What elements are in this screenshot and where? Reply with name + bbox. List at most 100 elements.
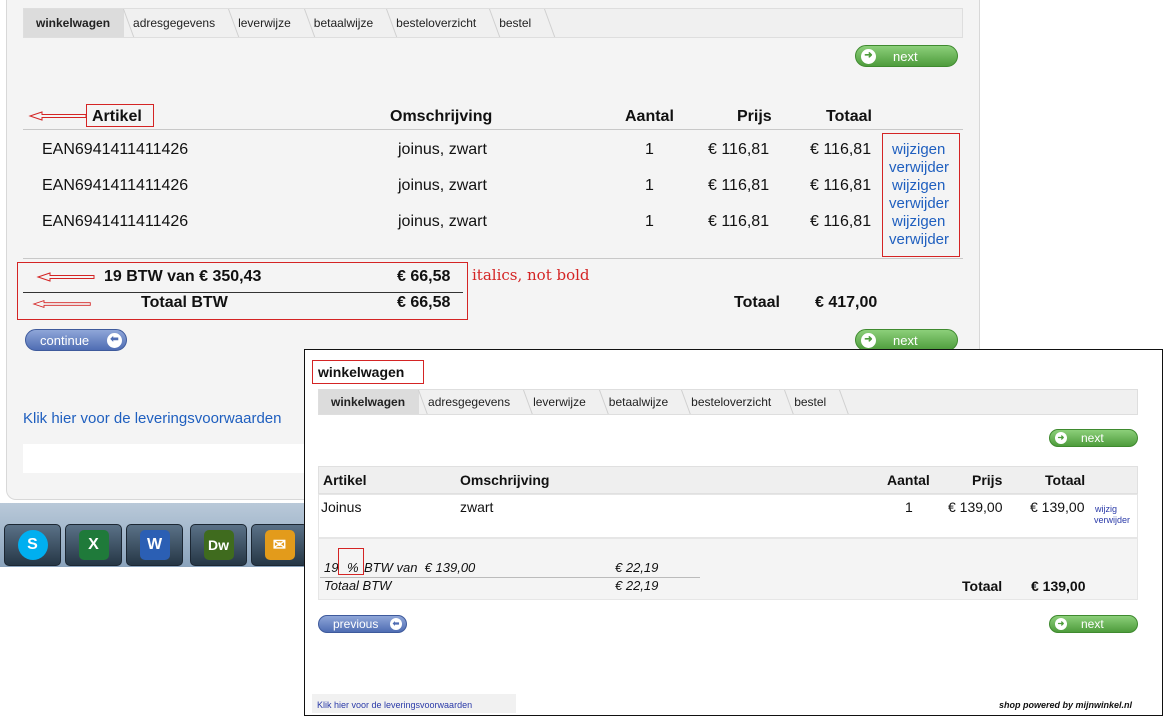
taskbar-skype[interactable]: S <box>4 524 61 566</box>
row-prijs: € 116,81 <box>708 213 770 230</box>
remove-link-row2[interactable]: verwijder <box>889 195 949 212</box>
continue-label: continue <box>40 332 90 348</box>
step-besteloverzicht[interactable]: besteloverzicht <box>682 390 785 414</box>
btw-label: 19 BTW van € 350,43 <box>104 268 262 285</box>
page-title: winkelwagen <box>318 364 405 380</box>
totaal-label: Totaal <box>734 294 780 311</box>
row-omschrijving: joinus, zwart <box>398 213 487 230</box>
row-artikel: EAN6941411411426 <box>42 213 189 230</box>
step-bestel[interactable]: bestel <box>490 9 545 37</box>
arrow-right-icon: ➜ <box>1055 432 1067 444</box>
next-label: next <box>893 48 918 64</box>
arrow-right-icon: ➜ <box>861 48 876 64</box>
totaal-label: Totaal <box>962 578 1003 594</box>
delivery-terms-link[interactable]: Klik hier voor de leveringsvoorwaarden <box>23 410 281 427</box>
inset-next-button-top[interactable]: ➜ next <box>1049 429 1138 447</box>
arrow-right-icon: ➜ <box>861 332 876 348</box>
step-winkelwagen[interactable]: winkelwagen <box>319 390 420 414</box>
column-omschrijving: Omschrijving <box>390 108 493 125</box>
inset-checkout-steps: winkelwagen adresgegevens leverwijze bet… <box>318 389 1138 415</box>
remove-link-row3[interactable]: verwijder <box>889 231 949 248</box>
btw-label: BTW van € 139,00 <box>364 560 476 575</box>
row-prijs: € 139,00 <box>948 499 1003 515</box>
footer-strip <box>23 444 313 473</box>
step-adresgegevens[interactable]: adresgegevens <box>124 9 229 37</box>
excel-icon: X <box>78 530 109 560</box>
row-omschrijving: joinus, zwart <box>398 141 487 158</box>
inset-delivery-terms-link[interactable]: Klik hier voor de leveringsvoorwaarden <box>317 700 472 710</box>
previous-button[interactable]: previous ⬅ <box>318 615 407 633</box>
taskbar-outlook[interactable]: ✉ <box>251 524 308 566</box>
outlook-icon: ✉ <box>264 530 295 560</box>
taskbar-excel[interactable]: X <box>65 524 122 566</box>
table-row: EAN6941411411426 <box>42 141 188 159</box>
row-totaal: € 116,81 <box>810 141 872 158</box>
row-prijs: € 116,81 <box>708 177 770 194</box>
step-bestel[interactable]: bestel <box>785 390 840 414</box>
row-artikel: Joinus <box>321 499 362 515</box>
continue-button[interactable]: continue ⬅ <box>25 329 127 351</box>
step-leverwijze[interactable]: leverwijze <box>229 9 305 37</box>
previous-label: previous <box>333 617 379 631</box>
column-prijs: Prijs <box>972 472 1003 488</box>
btw-divider <box>23 292 463 293</box>
next-button-bottom[interactable]: ➜ next <box>855 329 958 351</box>
edit-link-row2[interactable]: wijzigen <box>892 177 945 194</box>
word-icon: W <box>139 530 170 560</box>
column-aantal: Aantal <box>625 108 674 125</box>
dreamweaver-icon: Dw <box>203 530 234 560</box>
row-totaal: € 116,81 <box>810 177 872 194</box>
header-divider <box>23 129 963 130</box>
totaal-btw-label: Totaal BTW <box>324 578 392 593</box>
remove-link[interactable]: verwijder <box>1094 515 1130 525</box>
table-row <box>318 494 1138 538</box>
edit-link-row3[interactable]: wijzigen <box>892 213 945 230</box>
annotation-note: italics, not bold <box>472 266 590 284</box>
powered-by-text: shop powered by mijnwinkel.nl <box>999 700 1133 710</box>
rows-divider <box>23 258 963 259</box>
left-arrow-annotation-icon <box>32 299 91 309</box>
row-prijs: € 116,81 <box>708 141 770 158</box>
totaal-btw-value: € 66,58 <box>397 294 451 311</box>
inset-next-button-bottom[interactable]: ➜ next <box>1049 615 1138 633</box>
btw-percent-sign: % <box>347 560 359 575</box>
table-row: EAN6941411411426 <box>42 177 188 195</box>
column-totaal: Totaal <box>1045 472 1086 488</box>
btw-value: € 22,19 <box>615 560 659 575</box>
next-button-top[interactable]: ➜ next <box>855 45 958 67</box>
checkout-steps: winkelwagen adresgegevens leverwijze bet… <box>23 8 963 38</box>
remove-link-row1[interactable]: verwijder <box>889 159 949 176</box>
step-leverwijze[interactable]: leverwijze <box>524 390 600 414</box>
row-totaal: € 116,81 <box>810 213 872 230</box>
taskbar-word[interactable]: W <box>126 524 183 566</box>
row-totaal: € 139,00 <box>1030 499 1085 515</box>
next-label: next <box>1081 617 1104 631</box>
totaal-value: € 139,00 <box>1031 578 1086 594</box>
left-arrow-annotation-icon <box>28 111 87 121</box>
row-aantal: 1 <box>645 177 654 194</box>
next-label: next <box>893 332 918 348</box>
taskbar-dreamweaver[interactable]: Dw <box>190 524 247 566</box>
inset-table-header <box>318 466 1138 494</box>
step-besteloverzicht[interactable]: besteloverzicht <box>387 9 490 37</box>
column-prijs: Prijs <box>737 108 772 125</box>
row-omschrijving: joinus, zwart <box>398 177 487 194</box>
edit-link-row1[interactable]: wijzigen <box>892 141 945 158</box>
totaal-btw-label: Totaal BTW <box>141 294 228 311</box>
btw-percentage: 19 <box>324 560 339 575</box>
totaal-btw-value: € 22,19 <box>615 578 659 593</box>
column-artikel: Artikel <box>92 108 142 125</box>
step-winkelwagen[interactable]: winkelwagen <box>24 9 125 37</box>
row-omschrijving: zwart <box>460 499 494 515</box>
totaal-value: € 417,00 <box>815 294 878 311</box>
column-aantal: Aantal <box>887 472 930 488</box>
column-omschrijving: Omschrijving <box>460 472 550 488</box>
row-artikel: EAN6941411411426 <box>42 177 189 194</box>
step-betaalwijze[interactable]: betaalwijze <box>600 390 682 414</box>
edit-link[interactable]: wijzig <box>1095 504 1117 514</box>
btw-value: € 66,58 <box>397 268 451 285</box>
step-betaalwijze[interactable]: betaalwijze <box>305 9 387 37</box>
left-arrow-annotation-icon <box>36 272 95 282</box>
table-row: EAN6941411411426 <box>42 213 188 231</box>
step-adresgegevens[interactable]: adresgegevens <box>419 390 524 414</box>
